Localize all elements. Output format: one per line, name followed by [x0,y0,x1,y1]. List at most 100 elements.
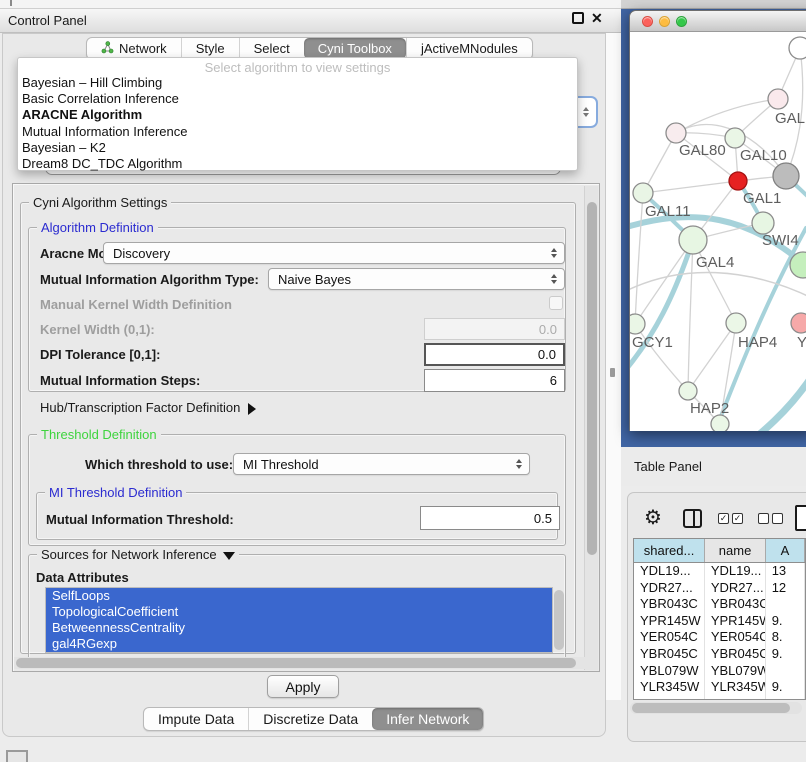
bottom-tab-discretize-data[interactable]: Discretize Data [248,708,372,730]
column-layout-icon[interactable] [683,509,702,528]
bottom-tab-infer-network[interactable]: Infer Network [372,708,483,730]
algorithm-option-basic-correlation-inference[interactable]: Basic Correlation Inference [18,91,577,107]
table-horizontal-scrollbar[interactable] [630,702,802,714]
network-node-gcy1[interactable] [630,314,645,334]
scrollbar-thumb[interactable] [632,703,790,713]
mi-steps-field[interactable]: 6 [424,369,565,392]
table-cell [766,663,805,680]
attribute-item-gal4rgexp[interactable]: gal4RGexp [46,636,552,652]
table-panel-title: Table Panel [634,459,702,474]
gear-icon[interactable]: ⚙ [644,505,662,531]
which-threshold-value: MI Threshold [243,457,319,472]
scrollbar-thumb[interactable] [16,658,576,668]
network-edge[interactable] [630,240,693,374]
network-edge[interactable] [688,240,693,391]
table-cell: YDR27... [634,580,705,597]
attribute-list-scrollbar[interactable] [554,590,564,650]
unchecked-checkbox-icon[interactable] [772,513,783,524]
network-node[interactable] [711,415,729,431]
column-header-name[interactable]: name [705,539,766,562]
document-icon[interactable] [795,505,806,531]
table-row[interactable]: YBR045CYBR045C9. [634,646,805,663]
zoom-traffic-light-icon[interactable] [676,16,687,27]
network-node-hap4[interactable] [726,313,746,333]
network-canvas[interactable]: GALGAL80GAL10GAL1GAL11GAL4SWI4GCY1HAP4YH… [630,32,806,431]
table-row[interactable]: YBR043CYBR043C [634,596,805,613]
network-node-y[interactable] [791,313,806,333]
network-node-hap2[interactable] [679,382,697,400]
algorithm-option-dream8-dc-tdc-algorithm[interactable]: Dream8 DC_TDC Algorithm [18,156,577,172]
algorithm-dropdown-list: Bayesian – Hill ClimbingBasic Correlatio… [18,75,577,172]
node-label-gal4: GAL4 [696,254,734,271]
table-row[interactable]: YLR345WYLR345W9. [634,679,805,696]
algorithm-option-aracne-algorithm[interactable]: ARACNE Algorithm [18,107,577,123]
algorithm-option-mutual-information-inference[interactable]: Mutual Information Inference [18,124,577,140]
network-node-gal1[interactable] [729,172,747,190]
dpi-tolerance-field[interactable]: 0.0 [424,343,565,366]
close-icon[interactable]: ✕ [591,9,603,27]
tab-cyni-toolbox[interactable]: Cyni Toolbox [304,38,406,59]
tab-label: Impute Data [158,711,234,727]
close-traffic-light-icon[interactable] [642,16,653,27]
apply-button[interactable]: Apply [267,675,339,698]
table-row[interactable]: YDL19...YDL19...13 [634,563,805,580]
bottom-tab-impute-data[interactable]: Impute Data [144,708,248,730]
network-edge[interactable] [635,193,643,324]
mi-threshold-field[interactable]: 0.5 [420,506,560,530]
network-node-gal[interactable] [768,89,788,109]
mi-threshold-definition-title: MI Threshold Definition [45,485,186,500]
network-node-gal80[interactable] [666,123,686,143]
threshold-definition-title: Threshold Definition [37,427,161,442]
attribute-item-selfloops[interactable]: SelfLoops [46,588,552,604]
tab-select[interactable]: Select [239,38,304,59]
table-row[interactable]: YIL053CYIL053C9 [634,696,805,700]
network-node[interactable] [789,37,806,59]
column-header-shared[interactable]: shared... [634,539,705,562]
algorithm-option-bayesian-k2[interactable]: Bayesian – K2 [18,140,577,156]
minimized-panel-icon[interactable] [6,750,28,762]
tab-network[interactable]: Network [87,38,181,59]
table-row[interactable]: YER054CYER054C8. [634,629,805,646]
tab-label: Network [119,41,167,56]
checked-checkbox-icon[interactable]: ✓ [732,513,743,524]
tab-style[interactable]: Style [181,38,239,59]
network-node-swi4[interactable] [752,212,774,234]
unchecked-checkbox-icon[interactable] [758,513,769,524]
table-cell: YLR345W [634,679,705,696]
float-window-icon[interactable] [572,12,584,24]
tab-label: Cyni Toolbox [318,41,392,56]
checked-checkbox-icon[interactable]: ✓ [718,513,729,524]
settings-vertical-scrollbar[interactable] [584,186,598,670]
network-edge[interactable] [688,323,736,391]
split-pane-gutter [606,33,621,700]
minimize-traffic-light-icon[interactable] [659,16,670,27]
manual-kernel-width-checkbox[interactable] [549,296,563,310]
aracne-mode-combo[interactable]: Discovery [103,242,565,264]
network-node-gal11[interactable] [633,183,653,203]
kernel-width-field[interactable]: 0.0 [424,318,565,340]
network-node-gal4[interactable] [679,226,707,254]
dpi-tolerance-value: 0.0 [538,347,556,362]
network-node-gal10[interactable] [725,128,745,148]
mi-threshold-label: Mutual Information Threshold: [46,512,234,527]
attribute-item-betweennesscentrality[interactable]: BetweennessCentrality [46,620,552,636]
cyni-toolbox-bottom-tabs: Impute Data Discretize Data Infer Network [143,707,484,731]
algorithm-option-bayesian-hill-climbing[interactable]: Bayesian – Hill Climbing [18,75,577,91]
which-threshold-combo[interactable]: MI Threshold [233,453,530,475]
table-row[interactable]: YDR27...YDR27...12 [634,580,805,597]
network-edge[interactable] [643,181,738,193]
tab-label: Discretize Data [263,711,358,727]
table-row[interactable]: YPR145WYPR145W9. [634,613,805,630]
column-header-a[interactable]: A [766,539,805,562]
network-node[interactable] [773,163,799,189]
attribute-item-topologicalcoefficient[interactable]: TopologicalCoefficient [46,604,552,620]
sources-title[interactable]: Sources for Network Inference [37,547,239,562]
hub-definition-toggle[interactable]: Hub/Transcription Factor Definition [40,400,256,415]
mi-algorithm-type-combo[interactable]: Naive Bayes [268,268,565,290]
network-window-titlebar[interactable] [630,11,806,32]
settings-horizontal-scrollbar[interactable] [14,657,598,669]
split-pane-handle[interactable] [610,368,615,377]
tab-jactivemnodules[interactable]: jActiveMNodules [406,38,532,59]
scrollbar-thumb[interactable] [587,202,597,555]
table-row[interactable]: YBL079WYBL079W [634,663,805,680]
